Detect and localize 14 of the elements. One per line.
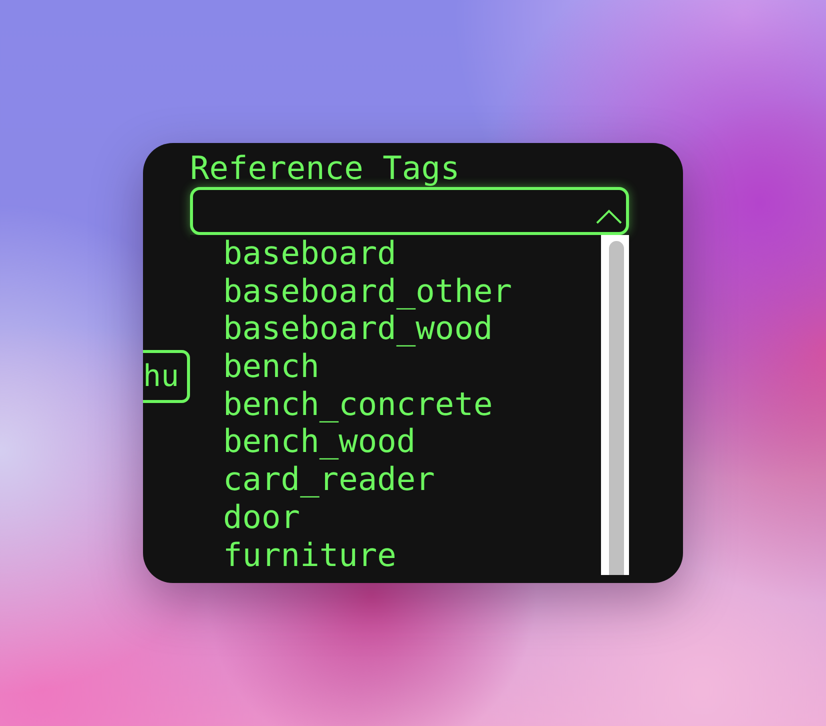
dropdown-option[interactable]: baseboard_other [223, 272, 512, 310]
dropdown-option[interactable]: bench [223, 348, 320, 386]
scrollbar-track[interactable] [601, 235, 629, 575]
chevron-up-icon [596, 208, 622, 224]
field-label: Reference Tags [190, 149, 460, 187]
dropdown-option[interactable]: bench_concrete [223, 386, 493, 424]
dropdown-option[interactable]: door [223, 498, 300, 536]
dropdown-option[interactable]: bench_wood [223, 423, 416, 462]
dropdown-select[interactable] [190, 187, 629, 235]
dropdown-option[interactable]: card_reader [223, 461, 435, 499]
dropdown-option[interactable]: baseboard_wood [223, 310, 493, 348]
scrollbar-thumb[interactable] [609, 241, 624, 575]
dropdown-option[interactable]: baseboard [223, 235, 396, 273]
dropdown-option[interactable]: furniture [223, 536, 396, 574]
